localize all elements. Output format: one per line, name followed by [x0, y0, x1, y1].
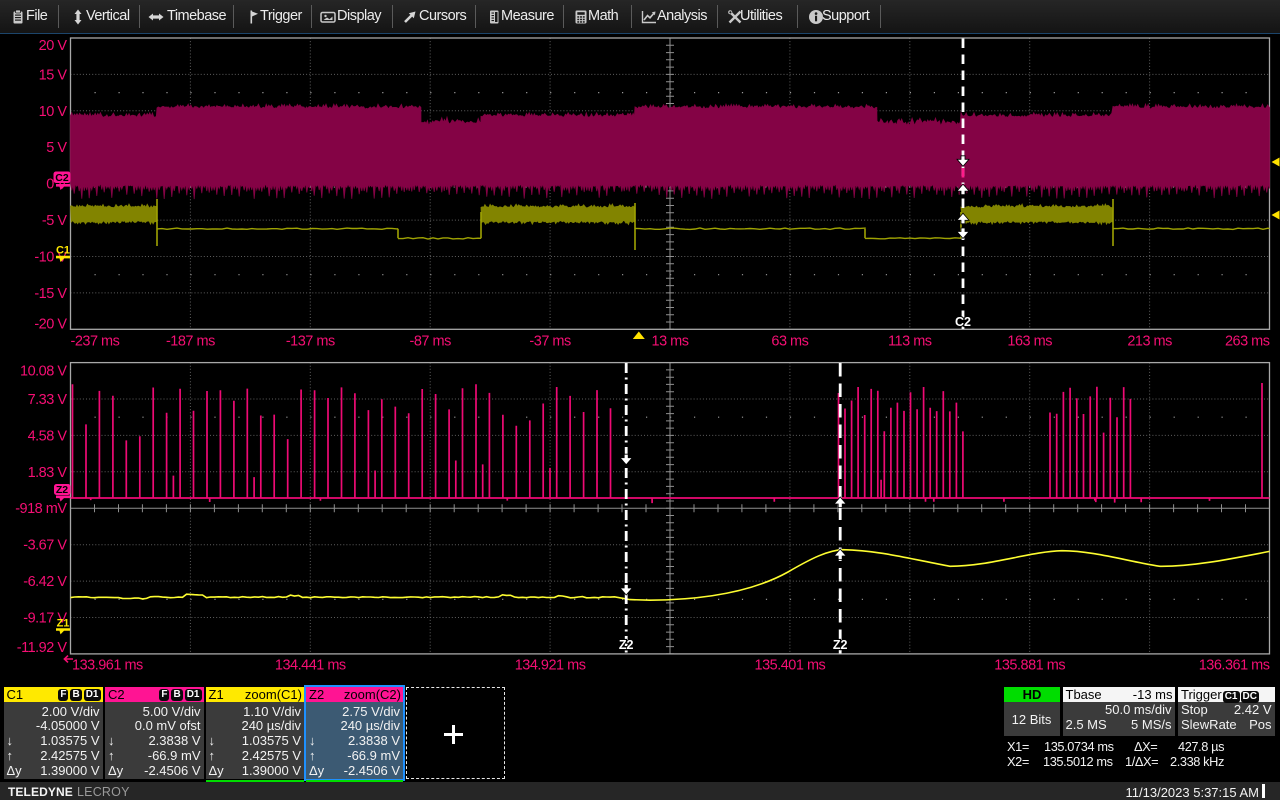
svg-text:-87 ms: -87 ms	[410, 334, 452, 350]
svg-text:136.361 ms: 136.361 ms	[1199, 658, 1270, 674]
svg-text:135.401 ms: 135.401 ms	[755, 658, 826, 674]
svg-text:5 V: 5 V	[46, 140, 67, 156]
svg-text:Z1: Z1	[57, 618, 70, 630]
svg-text:-11.92 V: -11.92 V	[17, 640, 68, 656]
svg-text:Z2: Z2	[833, 638, 848, 652]
svg-text:-20 V: -20 V	[34, 316, 67, 332]
svg-text:133.961 ms: 133.961 ms	[72, 658, 143, 674]
svg-text:10 V: 10 V	[39, 104, 68, 120]
svg-text:-5 V: -5 V	[42, 213, 67, 229]
svg-text:134.441 ms: 134.441 ms	[275, 658, 346, 674]
svg-text:-137 ms: -137 ms	[286, 334, 335, 350]
svg-text:4.58 V: 4.58 V	[28, 428, 68, 444]
svg-text:-3.67 V: -3.67 V	[23, 538, 67, 554]
svg-text:134.921 ms: 134.921 ms	[515, 658, 586, 674]
svg-text:1.83 V: 1.83 V	[28, 465, 68, 481]
svg-text:7.33 V: 7.33 V	[28, 392, 68, 408]
svg-text:13 ms: 13 ms	[652, 334, 689, 350]
svg-text:-237 ms: -237 ms	[71, 334, 120, 350]
svg-text:C1: C1	[56, 245, 70, 257]
svg-text:163 ms: 163 ms	[1007, 334, 1052, 350]
svg-text:-15 V: -15 V	[34, 286, 67, 302]
svg-text:135.881 ms: 135.881 ms	[994, 658, 1065, 674]
svg-text:-187 ms: -187 ms	[166, 334, 215, 350]
svg-text:213 ms: 213 ms	[1127, 334, 1172, 350]
svg-text:C2: C2	[55, 172, 69, 184]
svg-text:263 ms: 263 ms	[1225, 334, 1270, 350]
svg-text:Z2: Z2	[619, 638, 634, 652]
svg-text:20 V: 20 V	[39, 38, 68, 54]
svg-text:C2: C2	[955, 315, 971, 329]
svg-text:113 ms: 113 ms	[888, 334, 932, 350]
svg-text:-37 ms: -37 ms	[529, 334, 571, 350]
svg-text:Z2: Z2	[56, 484, 68, 496]
svg-text:-6.42 V: -6.42 V	[23, 574, 67, 590]
svg-text:63 ms: 63 ms	[771, 334, 808, 350]
svg-text:15 V: 15 V	[39, 67, 68, 83]
svg-text:10.08 V: 10.08 V	[20, 364, 67, 380]
svg-text:-918 mV: -918 mV	[15, 501, 67, 517]
